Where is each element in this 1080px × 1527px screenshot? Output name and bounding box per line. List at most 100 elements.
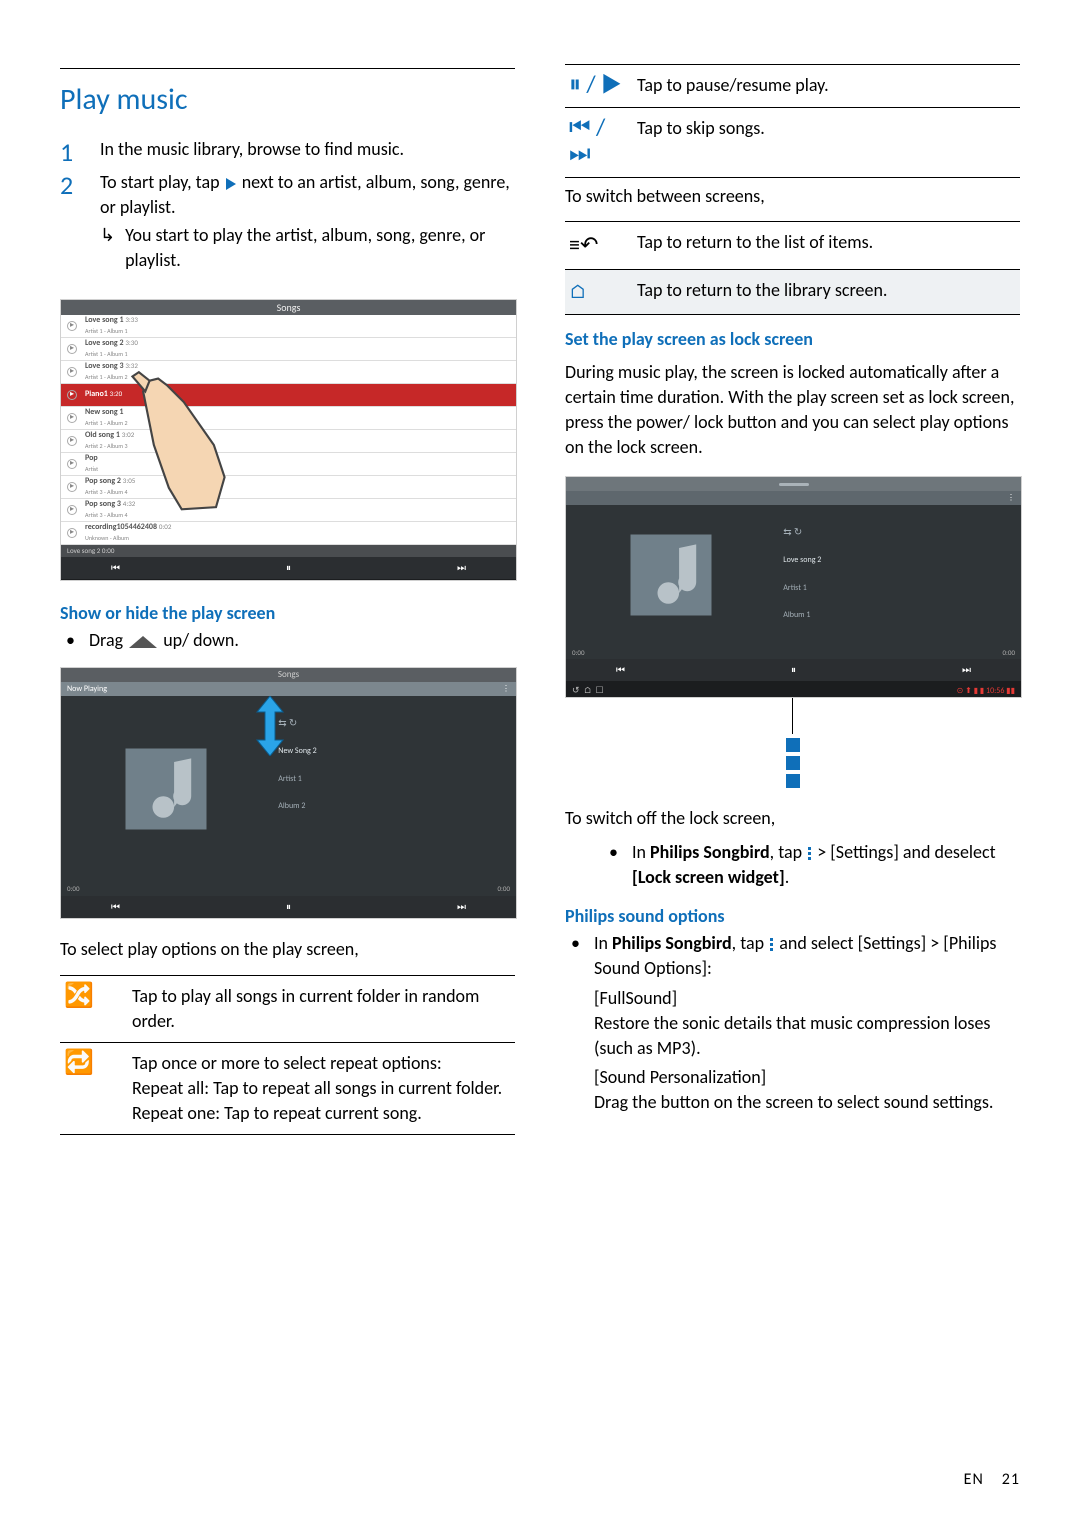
subhead: Show or hide the play screen [60, 601, 515, 626]
icon-cell: ⏮ /⏭ [565, 108, 633, 177]
text: Restore the sonic details that music com… [594, 1011, 1020, 1061]
prev-icon: ⏮ [616, 663, 625, 677]
track-artist: Artist 1 [278, 774, 508, 785]
text: Philips Songbird [612, 932, 732, 954]
home-icon: ⌂ [569, 280, 587, 304]
table-row: 🔁 Tap once or more to select repeat opti… [60, 1042, 515, 1135]
time-bar: 0:00 0:00 [61, 882, 516, 896]
desc: Tap once or more to select repeat option… [128, 1042, 515, 1135]
pause-icon: ⏸ [286, 561, 291, 575]
bullet-dot [66, 628, 75, 653]
album-art [61, 696, 270, 882]
desc: Tap to return to the list of items. [633, 221, 1020, 269]
prev-icon: ⏮ [111, 561, 120, 575]
text: Drag [89, 629, 127, 651]
text: [FullSound] [594, 986, 1020, 1011]
text: Philips Songbird [650, 841, 770, 863]
more-icon: ⋮ [1007, 491, 1015, 505]
screenshot-play-screen: Songs Now Playing ⋮ ⇆ ↻ New Song 2 Artis… [60, 667, 517, 919]
drag-handle-icon [129, 636, 157, 648]
now-playing: ⇆ ↻ New Song 2 Artist 1 Album 2 [61, 696, 516, 882]
step-num: 1 [60, 137, 82, 168]
bullet-dot [571, 931, 580, 1115]
time: 0:00 [497, 884, 510, 894]
table-row: ≡↶ Tap to return to the list of items. [565, 221, 1020, 269]
list-item: ▸Love song 1 3:33Artist 1 - Album 1 [61, 315, 516, 338]
screenshot-songs-list: Songs ▸Love song 1 3:33Artist 1 - Album … [60, 299, 517, 581]
track-artist: Artist 1 [783, 583, 1013, 594]
icon-cell: 🔁 [60, 1042, 128, 1135]
text: To select play options on the play scree… [60, 937, 515, 962]
list-item: ▸recording1054462408 0:02Unknown - Album [61, 522, 516, 545]
text: Repeat one: Tap to repeat current song. [132, 1101, 511, 1126]
step-2: 2 To start play, tap next to an artist, … [60, 170, 515, 220]
desc: Tap to return to the library screen. [633, 269, 1020, 314]
switch-table: ≡↶ Tap to return to the list of items. ⌂… [565, 221, 1020, 315]
text: To start play, tap [100, 171, 224, 193]
text: [Sound Personalization] [594, 1065, 1020, 1090]
step-text: To start play, tap next to an artist, al… [100, 170, 515, 220]
text: Drag the button on the screen to select … [594, 1090, 1020, 1115]
square-icon [786, 756, 800, 770]
step-2-sub: ↳ You start to play the artist, album, s… [60, 223, 515, 273]
ss-header: Songs [61, 668, 516, 682]
nav-bar: ↺ ⌂ ☐ ⊙ ⬆ ▮ ▮ 10:56 ▮▮ [566, 681, 1021, 698]
player-controls: ⏮ ⏸ ⏭ [566, 659, 1021, 681]
nav-right: ⊙ ⬆ ▮ ▮ 10:56 ▮▮ [957, 686, 1015, 697]
text: , tap [770, 841, 807, 863]
music-note-icon [121, 744, 211, 834]
nav-left-icons: ↺ ⌂ ☐ [572, 685, 604, 698]
table-row: ⏮ /⏭ Tap to skip songs. [565, 108, 1020, 177]
square-icon [786, 738, 800, 752]
right-column: ⏸ / ▶ Tap to pause/resume play. ⏮ /⏭ Tap… [565, 60, 1020, 1487]
subhead: Philips sound options [565, 904, 1020, 929]
icons: ⇆ ↻ [278, 716, 508, 730]
repeat-icon: 🔁 [64, 1048, 94, 1077]
player-controls: ⏮ ⏸ ⏭ [61, 557, 516, 579]
result-arrow-icon: ↳ [100, 223, 115, 273]
text: Tap once or more to select repeat option… [132, 1051, 511, 1076]
bullet: Drag up/ down. [60, 628, 515, 653]
square-icon [786, 774, 800, 788]
drag-handle [566, 477, 1021, 491]
text: Drag up/ down. [89, 628, 239, 653]
page-number: 21 [1002, 1470, 1020, 1489]
pause-play-icon: ⏸ / ▶ [569, 70, 623, 99]
icon-cell: 🔀 [60, 975, 128, 1042]
left-column: Play music 1 In the music library, brows… [60, 60, 515, 1487]
track-meta: ⇆ ↻ New Song 2 Artist 1 Album 2 [270, 696, 516, 882]
steps: 1 In the music library, browse to find m… [60, 137, 515, 283]
time: 0:00 [1002, 648, 1015, 658]
bullet: In Philips Songbird, tap and select [Set… [565, 931, 1020, 1115]
desc: Tap to play all songs in current folder … [128, 975, 515, 1042]
track-title: Love song 2 [783, 555, 1013, 566]
shuffle-icon: 🔀 [64, 981, 94, 1010]
time-bar: 0:00 0:00 [566, 645, 1021, 659]
icon-cell: ⏸ / ▶ [565, 65, 633, 108]
time: 0:00 [572, 648, 585, 658]
icon-cell: ≡↶ [565, 221, 633, 269]
table-row: ⏸ / ▶ Tap to pause/resume play. [565, 65, 1020, 108]
text: In Philips Songbird, tap and select [Set… [594, 931, 1020, 1115]
section-title: Play music [60, 79, 515, 121]
nav-bar: ◁ ⌂ ☐ ⊞ ⇄ 🔒 ⊙ ▮ ▮ 2:16 ▮▮ [61, 579, 516, 581]
track-title: New Song 2 [278, 746, 508, 757]
icons: ⇆ ↻ [783, 525, 1013, 539]
text: In Philips Songbird, tap > [Settings] an… [632, 840, 1020, 890]
menu-icon [770, 938, 773, 951]
bullet-dot [609, 840, 618, 890]
desc: Tap to pause/resume play. [633, 65, 1020, 108]
page-footer: EN21 [964, 1469, 1020, 1491]
hand-pointer-icon [101, 370, 241, 520]
drag-arrow-icon [255, 696, 285, 756]
text: You start to play the artist, album, son… [125, 223, 515, 273]
text: In [632, 841, 650, 863]
tab-bar: ⋮ [566, 491, 1021, 505]
ss-header: Songs [61, 300, 516, 315]
play-options-table: 🔀 Tap to play all songs in current folde… [60, 975, 515, 1136]
text: During music play, the screen is locked … [565, 360, 1020, 461]
next-icon: ⏭ [962, 663, 971, 677]
rule [60, 68, 515, 69]
step-text: In the music library, browse to find mus… [100, 137, 515, 168]
table-row: 🔀 Tap to play all songs in current folde… [60, 975, 515, 1042]
